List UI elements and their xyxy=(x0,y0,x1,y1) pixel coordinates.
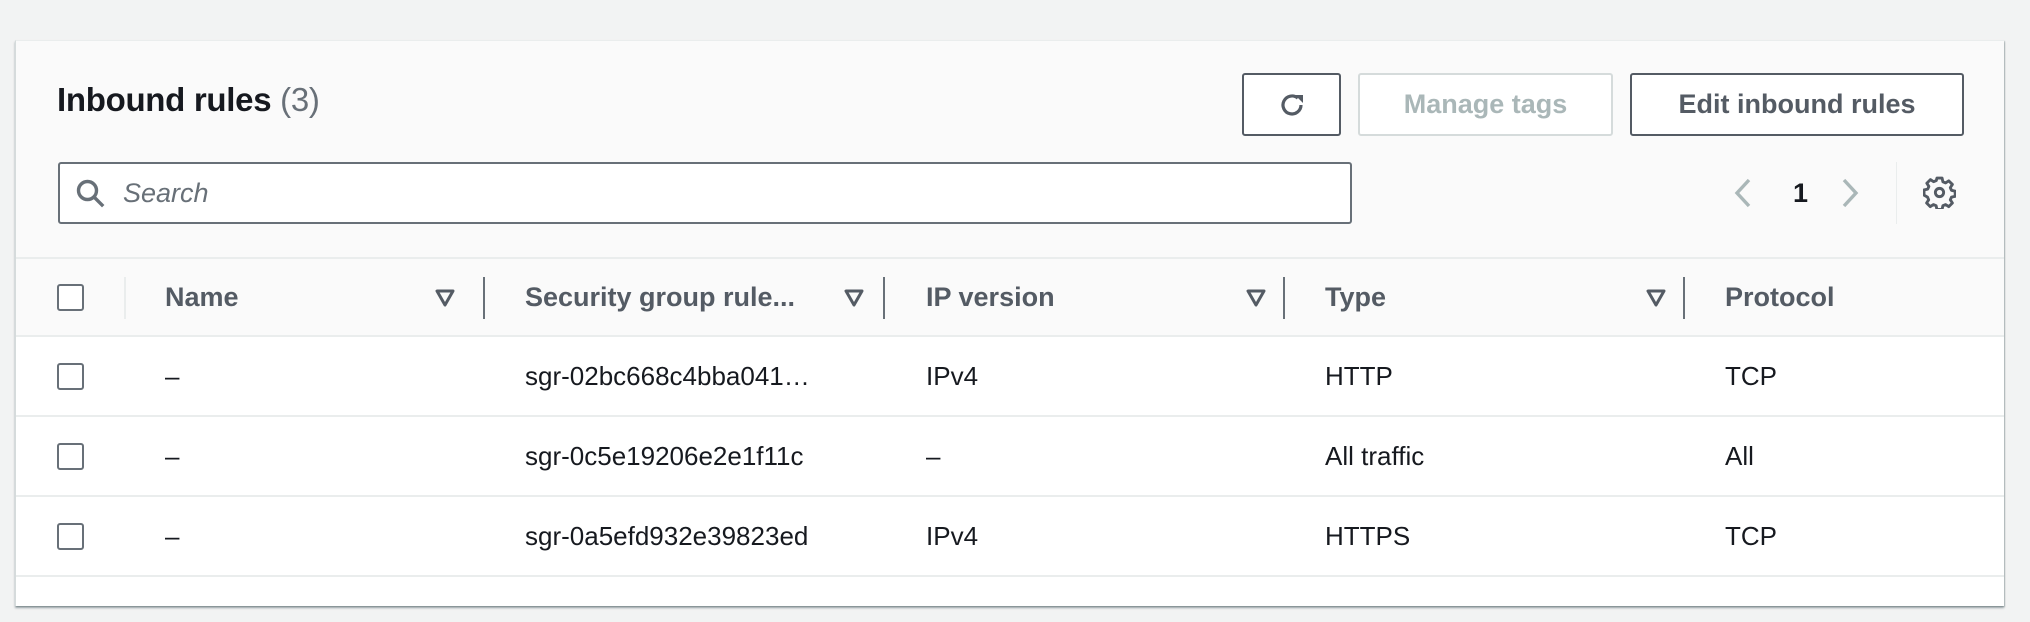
previous-page-button[interactable] xyxy=(1731,177,1755,209)
cell-name: – xyxy=(165,440,180,471)
cell-type: HTTPS xyxy=(1325,520,1411,551)
row-select-cell xyxy=(57,497,84,575)
cell-type: HTTP xyxy=(1325,360,1393,391)
select-all-checkbox[interactable] xyxy=(57,283,84,311)
inbound-rules-table: Name Security group rule... IP version T… xyxy=(16,257,2004,606)
cell-protocol: TCP xyxy=(1725,360,1777,391)
refresh-button[interactable] xyxy=(1242,73,1341,136)
column-header-type[interactable]: Type xyxy=(1325,259,1386,335)
preferences-button[interactable] xyxy=(1923,176,1956,209)
row-checkbox[interactable] xyxy=(57,522,84,550)
manage-tags-button[interactable]: Manage tags xyxy=(1358,73,1613,136)
current-page-button[interactable]: 1 xyxy=(1793,178,1808,209)
cell-security-group-rule-id: sgr-02bc668c4bba041… xyxy=(525,360,810,391)
rule-count: (3) xyxy=(280,81,320,118)
cell-name: – xyxy=(165,520,180,551)
select-all-cell xyxy=(57,259,84,335)
table-row[interactable]: – sgr-0a5efd932e39823ed IPv4 HTTPS TCP xyxy=(16,497,2004,577)
column-divider xyxy=(124,277,126,319)
cell-security-group-rule-id: sgr-0a5efd932e39823ed xyxy=(525,520,809,551)
cell-protocol: TCP xyxy=(1725,520,1777,551)
filter-icon[interactable] xyxy=(1246,289,1266,307)
cell-ip-version: IPv4 xyxy=(926,520,979,551)
row-checkbox[interactable] xyxy=(57,362,84,390)
panel-title: Inbound rules (3) xyxy=(57,81,320,119)
cell-name: – xyxy=(165,360,180,391)
chevron-left-icon xyxy=(1734,178,1751,208)
column-resize-handle[interactable] xyxy=(1683,277,1685,319)
cell-ip-version: IPv4 xyxy=(926,360,979,391)
row-select-cell xyxy=(57,337,84,415)
refresh-icon xyxy=(1276,89,1308,121)
search-field[interactable] xyxy=(58,162,1352,224)
column-header-security-group-rule-id[interactable]: Security group rule... xyxy=(525,259,795,335)
inbound-rules-panel: Inbound rules (3) Manage tags Edit inbou… xyxy=(15,40,2004,606)
pagination-divider xyxy=(1896,162,1897,224)
chevron-right-icon xyxy=(1842,178,1859,208)
column-header-ip-version[interactable]: IP version xyxy=(926,259,1055,335)
column-header-name[interactable]: Name xyxy=(165,259,239,335)
gear-icon xyxy=(1923,176,1956,209)
table-row[interactable]: – sgr-02bc668c4bba041… IPv4 HTTP TCP xyxy=(16,337,2004,417)
cell-ip-version: – xyxy=(926,440,941,471)
filter-icon[interactable] xyxy=(435,289,455,307)
column-resize-handle[interactable] xyxy=(1283,277,1285,319)
table-footer-space xyxy=(16,577,2004,606)
cell-type: All traffic xyxy=(1325,440,1425,471)
table-header: Name Security group rule... IP version T… xyxy=(16,257,2004,337)
column-header-protocol[interactable]: Protocol xyxy=(1725,259,1835,335)
filter-icon[interactable] xyxy=(1646,289,1666,307)
cell-security-group-rule-id: sgr-0c5e19206e2e1f11c xyxy=(525,440,804,471)
cell-protocol: All xyxy=(1725,440,1754,471)
table-row[interactable]: – sgr-0c5e19206e2e1f11c – All traffic Al… xyxy=(16,417,2004,497)
search-input[interactable] xyxy=(123,177,1223,209)
column-resize-handle[interactable] xyxy=(483,277,485,319)
pagination: 1 xyxy=(1731,162,1891,224)
row-checkbox[interactable] xyxy=(57,442,84,470)
next-page-button[interactable] xyxy=(1838,177,1862,209)
filter-icon[interactable] xyxy=(844,289,864,307)
search-icon xyxy=(75,178,105,208)
edit-inbound-rules-button[interactable]: Edit inbound rules xyxy=(1630,73,1964,136)
panel-title-text: Inbound rules xyxy=(57,81,272,118)
row-select-cell xyxy=(57,417,84,495)
column-resize-handle[interactable] xyxy=(883,277,885,319)
